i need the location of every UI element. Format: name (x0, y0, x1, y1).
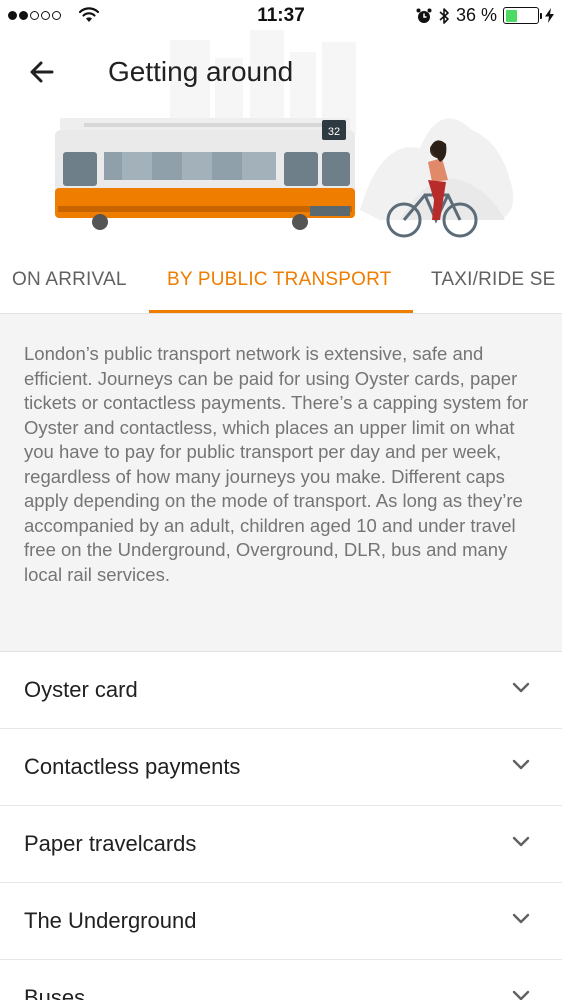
chevron-down-icon (512, 682, 530, 693)
section-buses[interactable]: Buses (0, 960, 562, 1000)
battery-percent: 36 % (455, 5, 497, 25)
tab-on-arrival[interactable]: ON ARRIVAL (12, 246, 127, 313)
back-button[interactable] (24, 54, 60, 90)
section-label: Paper travelcards (24, 831, 197, 856)
section-the-underground[interactable]: The Underground (0, 883, 562, 960)
app-header: Getting around (0, 34, 562, 114)
alarm-icon (416, 8, 432, 23)
page-title: Getting around (108, 56, 294, 87)
battery-icon (503, 7, 542, 24)
tab-taxi-ride-services[interactable]: TAXI/RIDE SE (431, 246, 556, 313)
chevron-down-icon (512, 759, 530, 770)
active-tab-indicator (149, 310, 413, 313)
intro-section: London’s public transport network is ext… (0, 314, 562, 652)
charging-icon (545, 8, 554, 23)
section-label: Buses (24, 985, 86, 1000)
section-label: Oyster card (24, 677, 138, 702)
chevron-down-icon (512, 990, 530, 1000)
chevron-down-icon (512, 913, 530, 924)
tram-number: 32 (328, 126, 340, 138)
status-bar: 11:37 36 % (0, 0, 562, 34)
section-contactless-payments[interactable]: Contactless payments (0, 729, 562, 806)
tab-by-public-transport[interactable]: BY PUBLIC TRANSPORT (167, 246, 391, 313)
tab-bar: ON ARRIVAL BY PUBLIC TRANSPORT TAXI/RIDE… (0, 246, 562, 314)
section-label: The Underground (24, 908, 197, 933)
section-label: Contactless payments (24, 754, 241, 779)
arrow-left-icon (30, 61, 54, 83)
status-right: 36 % (416, 5, 554, 26)
chevron-down-icon (512, 836, 530, 847)
section-paper-travelcards[interactable]: Paper travelcards (0, 806, 562, 883)
intro-text: London’s public transport network is ext… (24, 343, 529, 585)
bluetooth-icon (439, 7, 449, 24)
section-oyster-card[interactable]: Oyster card (0, 652, 562, 729)
section-list: Oyster card Contactless payments Paper t… (0, 652, 562, 1000)
